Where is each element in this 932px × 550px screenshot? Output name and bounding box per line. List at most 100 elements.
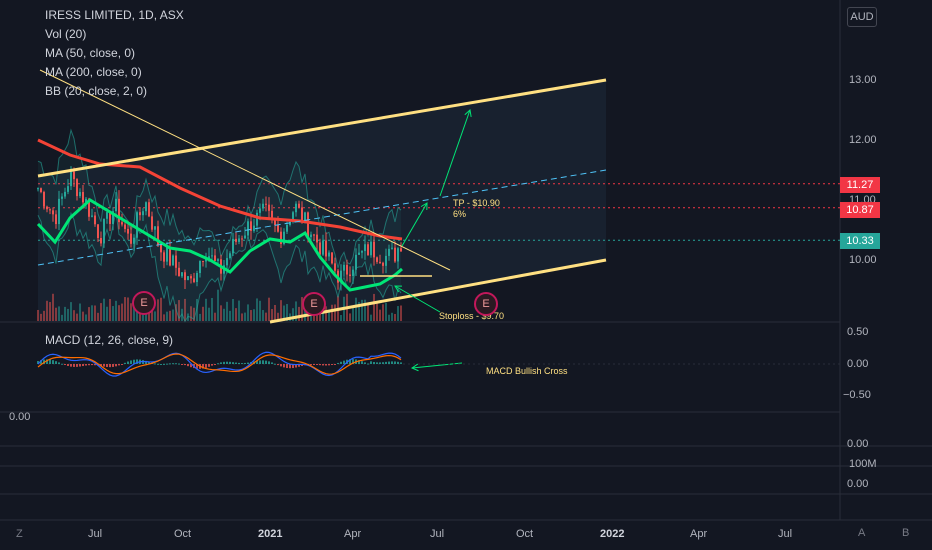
candle-body — [106, 212, 108, 219]
candle-body — [100, 237, 102, 244]
macd-histogram-bar — [214, 364, 216, 365]
price-tick: 13.00 — [849, 74, 877, 86]
candle-body — [232, 238, 234, 254]
candle-body — [373, 241, 375, 258]
macd-tick: −0.50 — [843, 389, 871, 401]
macd-histogram-bar — [247, 362, 249, 364]
volume-bar — [121, 303, 123, 321]
volume-bar — [226, 301, 228, 321]
macd-histogram-bar — [382, 362, 384, 364]
macd-histogram-bar — [109, 364, 111, 368]
candle-body — [262, 203, 264, 209]
volume-bar — [37, 309, 39, 321]
macd-histogram-bar — [181, 364, 183, 365]
volume-bar — [115, 300, 117, 321]
volume-bar — [124, 297, 126, 321]
candle-body — [196, 272, 198, 283]
candle-body — [133, 237, 135, 244]
volume-bar — [97, 312, 99, 321]
macd-histogram-bar — [55, 361, 57, 364]
volume-bar — [355, 297, 357, 321]
candle-body — [82, 192, 84, 203]
macd-histogram-bar — [172, 363, 174, 365]
candle-body — [175, 255, 177, 268]
indicator-ma200[interactable]: MA (200, close, 0) — [45, 63, 142, 82]
earnings-marker[interactable]: E — [474, 292, 498, 316]
candle-body — [400, 248, 402, 252]
indicator-macd[interactable]: MACD (12, 26, close, 9) — [45, 331, 173, 350]
volume-bar — [46, 300, 48, 321]
volume-bar — [265, 312, 267, 321]
indicator-ma50[interactable]: MA (50, close, 0) — [45, 44, 135, 63]
candle-body — [358, 252, 360, 255]
macd-histogram-bar — [82, 364, 84, 367]
volume-bar — [232, 299, 234, 321]
volume-bar — [274, 304, 276, 321]
indicator-bb[interactable]: BB (20, close, 2, 0) — [45, 82, 147, 101]
candle-body — [325, 240, 327, 257]
macd-histogram-bar — [58, 362, 60, 364]
time-tick: Jul — [430, 528, 445, 540]
candle-body — [52, 210, 54, 215]
time-tick: Apr — [344, 528, 362, 540]
lower-tick: 0.00 — [847, 478, 869, 490]
volume-bar — [64, 306, 66, 321]
volume-bar — [43, 310, 45, 321]
chart-title[interactable]: IRESS LIMITED, 1D, ASX — [45, 6, 184, 25]
candle-body — [244, 235, 246, 239]
macd-histogram-bar — [49, 359, 51, 364]
channel-fill — [38, 80, 606, 322]
candle-body — [91, 215, 93, 217]
candle-body — [226, 258, 228, 266]
candle-body — [136, 212, 138, 238]
macd-histogram-bar — [262, 360, 264, 364]
earnings-marker[interactable]: E — [132, 291, 156, 315]
candle-body — [346, 264, 348, 275]
macd-histogram-bar — [70, 364, 72, 367]
auto-scale-button[interactable]: A — [858, 527, 865, 539]
candle-body — [241, 238, 243, 240]
macd-histogram-bar — [166, 363, 168, 365]
candle-body — [43, 192, 45, 207]
time-tick: Oct — [516, 528, 534, 540]
candle-body — [160, 244, 162, 253]
candle-body — [58, 198, 60, 225]
price-tag-11-27: 11.27 — [840, 177, 880, 193]
macd-histogram-bar — [373, 362, 375, 364]
indicator-vol[interactable]: Vol (20) — [45, 25, 86, 44]
candle-body — [151, 216, 153, 230]
macd-histogram-bar — [322, 364, 324, 366]
macd-histogram-bar — [217, 363, 219, 365]
volume-bar — [52, 293, 54, 321]
macd-histogram-bar — [79, 364, 81, 367]
time-tick: Apr — [690, 528, 708, 540]
candle-body — [202, 261, 204, 263]
candle-body — [49, 209, 51, 211]
currency-button[interactable]: AUD — [847, 7, 877, 27]
candle-body — [271, 210, 273, 219]
macd-histogram-bar — [265, 360, 267, 364]
macd-histogram-bar — [175, 363, 177, 365]
macd-histogram-bar — [334, 364, 336, 365]
volume-bar — [367, 304, 369, 321]
volume-bar — [67, 308, 69, 321]
volume-bar — [40, 313, 42, 321]
macd-histogram-bar — [220, 362, 222, 364]
log-scale-button[interactable]: B — [902, 527, 909, 539]
volume-bar — [49, 302, 51, 321]
volume-bar — [334, 304, 336, 321]
volume-bar — [235, 308, 237, 321]
macd-histogram-bar — [112, 364, 114, 367]
candle-body — [178, 267, 180, 277]
volume-bar — [394, 313, 396, 321]
volume-bar — [88, 307, 90, 321]
candle-body — [217, 259, 219, 261]
time-zoom-button[interactable]: Z — [16, 528, 23, 540]
volume-bar — [385, 302, 387, 321]
macd-histogram-bar — [226, 361, 228, 364]
candle-body — [391, 247, 393, 249]
macd-histogram-bar — [76, 364, 78, 367]
macd-histogram-bar — [115, 364, 117, 367]
earnings-marker[interactable]: E — [302, 292, 326, 316]
volume-bar — [217, 289, 219, 321]
